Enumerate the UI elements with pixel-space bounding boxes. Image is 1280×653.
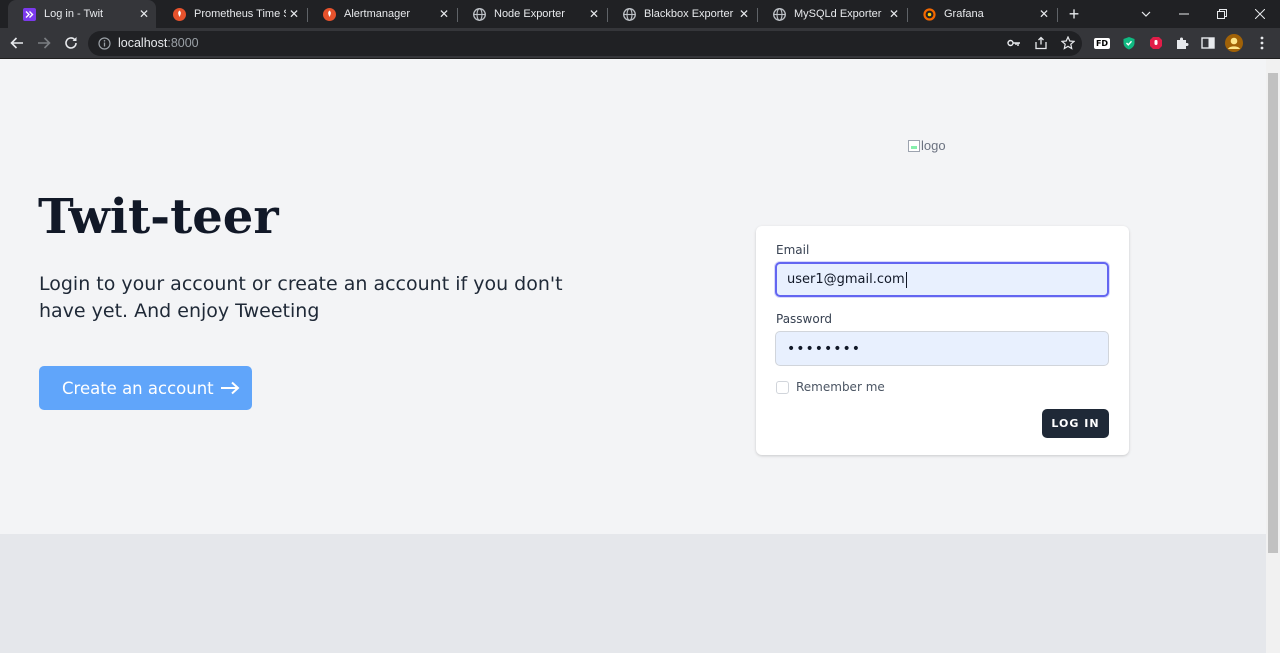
back-icon[interactable]: [7, 33, 27, 53]
share-icon[interactable]: [1032, 34, 1050, 52]
menu-icon[interactable]: [1253, 34, 1271, 52]
password-label: Password: [776, 312, 833, 326]
scrollbar-thumb[interactable]: [1268, 73, 1278, 553]
close-window-icon[interactable]: [1241, 0, 1279, 28]
email-label: Email: [776, 243, 810, 257]
tab-login[interactable]: Log in - Twit ✕: [8, 0, 156, 28]
shield-extension-icon[interactable]: [1120, 34, 1138, 52]
remember-me-checkbox[interactable]: [776, 381, 789, 394]
key-icon[interactable]: [1005, 34, 1023, 52]
email-field[interactable]: user1@gmail.com: [775, 262, 1109, 297]
reload-icon[interactable]: [61, 33, 81, 53]
globe-icon: [772, 7, 786, 21]
email-value: user1@gmail.com: [787, 272, 905, 287]
grafana-icon: [922, 7, 936, 21]
tab-title: Grafana: [944, 8, 984, 20]
twit-icon: [22, 7, 36, 21]
brand-title: Twit-teer: [38, 189, 279, 245]
fd-extension-icon[interactable]: FD: [1093, 34, 1111, 52]
tab-close-icon[interactable]: ✕: [1036, 6, 1052, 22]
create-account-button[interactable]: Create an account: [39, 366, 252, 410]
password-value: ••••••••: [787, 340, 862, 357]
minimize-icon[interactable]: [1165, 0, 1203, 28]
tab-close-icon[interactable]: ✕: [436, 6, 452, 22]
url-port: :8000: [167, 36, 199, 50]
page-viewport: Twit-teer Login to your account or creat…: [0, 59, 1266, 653]
tab-alertmanager[interactable]: Alertmanager ✕: [308, 0, 456, 28]
fd-label: FD: [1093, 37, 1111, 49]
tab-title: MySQLd Exporter: [794, 8, 882, 20]
url-host: localhost: [118, 36, 168, 50]
tab-close-icon[interactable]: ✕: [736, 6, 752, 22]
address-url: localhost:8000: [118, 36, 199, 50]
tab-blackbox-exporter[interactable]: Blackbox Exporter ✕: [608, 0, 756, 28]
adblock-extension-icon[interactable]: [1147, 34, 1165, 52]
tab-close-icon[interactable]: ✕: [586, 6, 602, 22]
tab-search-icon[interactable]: [1127, 0, 1165, 28]
arrow-right-icon: [220, 381, 240, 395]
browser-toolbar: localhost:8000 FD: [0, 28, 1280, 59]
remember-me-label[interactable]: Remember me: [796, 380, 885, 394]
login-card: Email user1@gmail.com Password •••••••• …: [756, 226, 1129, 455]
tab-title: Prometheus Time Ser: [194, 8, 286, 20]
tab-close-icon[interactable]: ✕: [286, 6, 302, 22]
password-field[interactable]: ••••••••: [775, 331, 1109, 366]
star-icon[interactable]: [1059, 34, 1077, 52]
tab-separator: [1057, 8, 1058, 22]
restore-icon[interactable]: [1203, 0, 1241, 28]
logo-image: logo: [908, 138, 946, 153]
address-bar[interactable]: localhost:8000: [88, 31, 1082, 56]
login-button[interactable]: LOG IN: [1042, 409, 1109, 438]
prometheus-icon: [172, 7, 186, 21]
tab-node-exporter[interactable]: Node Exporter ✕: [458, 0, 606, 28]
puzzle-icon[interactable]: [1173, 34, 1191, 52]
tab-title: Alertmanager: [344, 8, 411, 20]
tab-title: Blackbox Exporter: [644, 8, 734, 20]
broken-image-icon: [908, 139, 920, 152]
text-caret: [905, 271, 907, 288]
tab-title: Log in - Twit: [44, 8, 104, 20]
tab-grafana[interactable]: Grafana ✕: [908, 0, 1056, 28]
tab-mysqld-exporter[interactable]: MySQLd Exporter ✕: [758, 0, 906, 28]
profile-avatar[interactable]: [1225, 34, 1243, 52]
info-icon[interactable]: [98, 37, 111, 55]
tab-title: Node Exporter: [494, 8, 565, 20]
side-panel-icon[interactable]: [1199, 34, 1217, 52]
forward-icon[interactable]: [34, 33, 54, 53]
tab-close-icon[interactable]: ✕: [886, 6, 902, 22]
tagline: Login to your account or create an accou…: [39, 273, 563, 322]
create-account-label: Create an account: [62, 378, 214, 398]
hero-section: Twit-teer Login to your account or creat…: [0, 59, 1266, 534]
prometheus-icon: [322, 7, 336, 21]
tab-close-icon[interactable]: ✕: [136, 6, 152, 22]
new-tab-button[interactable]: +: [1064, 4, 1084, 24]
globe-icon: [472, 7, 486, 21]
logo-alt-text: logo: [921, 138, 946, 153]
tab-prometheus[interactable]: Prometheus Time Ser ✕: [158, 0, 306, 28]
globe-icon: [622, 7, 636, 21]
browser-tab-strip: Log in - Twit ✕ Prometheus Time Ser ✕ Al…: [0, 0, 1280, 28]
